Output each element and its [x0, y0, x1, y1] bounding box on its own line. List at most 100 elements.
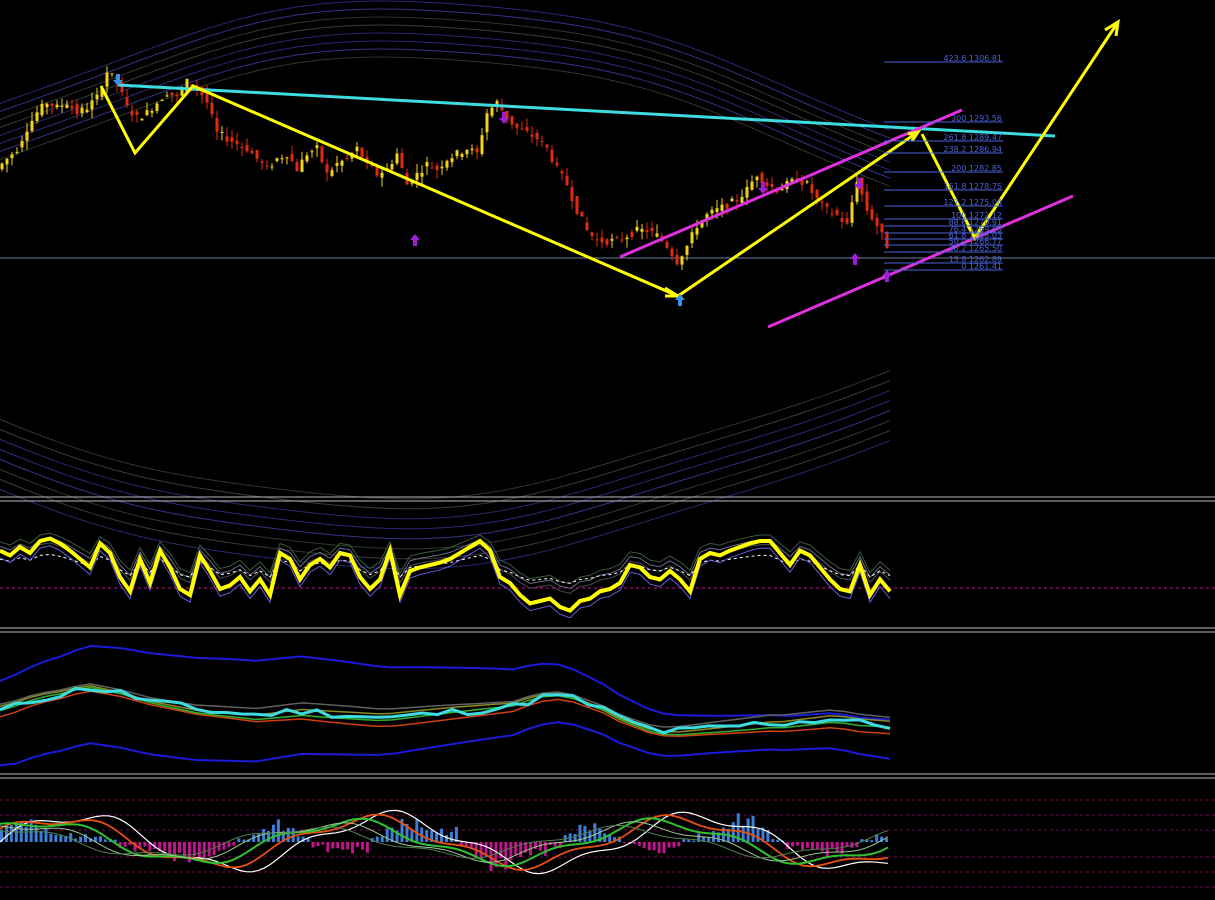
macd-histogram-bar	[385, 828, 389, 842]
candle-body	[655, 233, 659, 237]
candle-body	[710, 209, 714, 214]
macd-histogram-bar	[311, 842, 315, 848]
candle-body	[430, 167, 434, 169]
candle-body	[165, 95, 169, 97]
candle-body	[885, 232, 889, 249]
candle-body	[760, 172, 764, 184]
candle-body	[15, 151, 19, 153]
candle-body	[390, 164, 394, 170]
candle-body	[395, 153, 399, 164]
candle-body	[295, 162, 299, 172]
candle-body	[575, 196, 579, 214]
macd-histogram-bar	[336, 842, 340, 849]
macd-histogram-bar	[98, 836, 102, 842]
candle-body	[310, 151, 314, 153]
candle-body	[570, 187, 574, 202]
macd-histogram-bar	[39, 831, 43, 842]
macd-histogram-bar	[59, 835, 63, 842]
candle-body	[560, 171, 564, 174]
macd-histogram-bar	[731, 822, 735, 842]
fib-level-label: 238.2 1286.94	[943, 145, 1002, 154]
macd-histogram-bar	[672, 842, 676, 848]
candle-body	[715, 208, 719, 213]
candle-body	[170, 92, 174, 96]
macd-histogram-bar	[677, 842, 681, 847]
macd-histogram-bar	[351, 842, 355, 854]
candle-body	[80, 107, 84, 114]
candle-body	[825, 203, 829, 207]
candle-body	[65, 104, 69, 108]
macd-histogram-bar	[69, 833, 73, 842]
fib-level-label: 261.8 1289.47	[943, 133, 1002, 142]
macd-histogram-bar	[341, 842, 345, 850]
macd-histogram-bar	[801, 842, 804, 850]
candle-body	[215, 117, 219, 132]
candle-body	[455, 150, 459, 157]
macd-histogram-bar	[623, 842, 626, 844]
macd-histogram-bar	[751, 816, 755, 842]
macd-histogram-bar	[103, 839, 107, 842]
macd-histogram-bar	[593, 823, 597, 842]
macd-histogram-bar	[647, 842, 651, 851]
candle-body	[420, 172, 424, 177]
macd-histogram-bar	[143, 842, 147, 847]
candle-body	[440, 166, 444, 169]
candle-body	[30, 120, 34, 132]
candle-body	[135, 111, 139, 116]
macd-histogram-bar	[687, 839, 691, 842]
macd-histogram-bar	[830, 842, 834, 849]
candle-body	[880, 223, 884, 233]
macd-histogram-bar	[791, 842, 795, 847]
macd-histogram-bar	[870, 840, 874, 842]
candle-body	[465, 149, 469, 155]
macd-histogram-bar	[667, 842, 671, 848]
candle-body	[125, 97, 129, 106]
macd-histogram-bar	[682, 839, 686, 842]
macd-histogram-bar	[44, 829, 48, 842]
macd-histogram-bar	[746, 818, 750, 842]
candle-body	[220, 132, 224, 134]
fib-level-label: 300 1293.56	[951, 114, 1002, 123]
candle-body	[470, 148, 474, 151]
candle-body	[270, 166, 274, 168]
candle-body	[610, 238, 614, 241]
macd-histogram-bar	[810, 842, 814, 850]
candle-body	[815, 189, 819, 199]
macd-histogram-bar	[538, 842, 542, 851]
macd-histogram-bar	[257, 833, 261, 842]
candle-body	[130, 111, 134, 116]
candle-body	[680, 256, 684, 265]
candle-body	[145, 110, 149, 115]
candle-body	[565, 175, 569, 186]
candle-body	[620, 239, 624, 241]
candle-body	[770, 184, 774, 187]
candle-body	[460, 153, 464, 157]
candle-body	[340, 160, 344, 166]
candle-body	[665, 241, 669, 248]
macd-histogram-bar	[771, 839, 775, 842]
candle-body	[235, 140, 239, 144]
macd-histogram-bar	[197, 842, 201, 860]
macd-histogram-bar	[173, 842, 177, 862]
macd-histogram-bar	[168, 842, 172, 855]
candle-body	[285, 157, 289, 159]
candle-body	[445, 160, 449, 168]
macd-histogram-bar	[163, 842, 167, 852]
macd-histogram-bar	[178, 842, 181, 853]
candle-body	[595, 239, 599, 241]
macd-histogram-bar	[360, 842, 364, 850]
macd-histogram-bar	[227, 842, 231, 848]
candle-body	[625, 237, 629, 240]
candle-body	[160, 100, 164, 102]
candle-body	[0, 163, 4, 170]
candle-body	[630, 232, 634, 237]
macd-histogram-bar	[652, 842, 656, 851]
candle-body	[90, 100, 94, 110]
candle-body	[435, 165, 439, 171]
candle-body	[320, 146, 324, 163]
macd-histogram-bar	[54, 834, 58, 842]
fib-level-label: 200 1282.85	[951, 164, 1002, 173]
candle-body	[555, 162, 559, 166]
candle-body	[380, 172, 384, 178]
macd-histogram-bar	[534, 842, 537, 850]
